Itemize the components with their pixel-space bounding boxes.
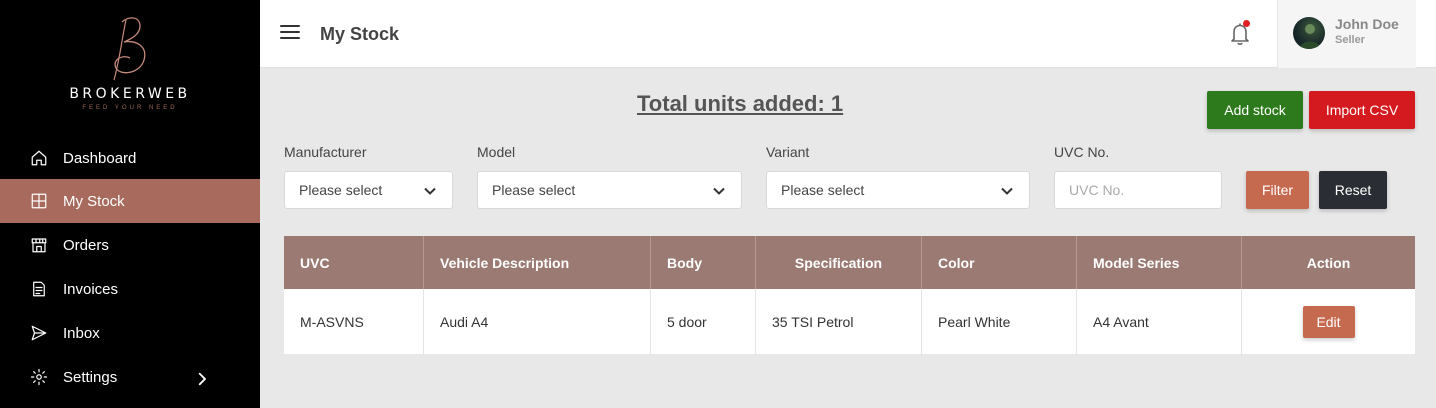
chevron-down-icon — [713, 187, 725, 195]
sidebar-item-dashboard[interactable]: Dashboard — [0, 136, 260, 180]
sidebar-item-label: Invoices — [63, 280, 119, 298]
edit-button[interactable]: Edit — [1302, 305, 1355, 338]
cell-action: Edit — [1242, 289, 1415, 354]
avatar — [1293, 17, 1325, 49]
sidebar: BROKERWEB FEED YOUR NEED Dashboard My St… — [0, 0, 260, 408]
chevron-down-icon — [424, 187, 436, 195]
cell-model-series: A4 Avant — [1077, 289, 1242, 354]
cell-specification: 35 TSI Petrol — [756, 289, 922, 354]
chevron-right-icon — [198, 372, 206, 386]
sidebar-item-inbox[interactable]: Inbox — [0, 311, 260, 355]
manufacturer-select-value: Please select — [299, 182, 383, 198]
sidebar-item-label: My Stock — [63, 192, 125, 210]
sidebar-item-label: Settings — [63, 368, 118, 386]
page-title: My Stock — [320, 24, 400, 44]
cell-uvc: M-ASVNS — [284, 289, 424, 354]
variant-label: Variant — [766, 144, 810, 160]
notification-badge — [1243, 20, 1250, 27]
user-menu[interactable]: John Doe Seller — [1277, 0, 1416, 68]
column-header-body[interactable]: Body — [651, 236, 756, 289]
table-header-row: UVC Vehicle Description Body Specificati… — [284, 236, 1415, 289]
logo-mark-icon — [113, 17, 146, 81]
sidebar-item-orders[interactable]: Orders — [0, 223, 260, 267]
variant-select-value: Please select — [781, 182, 865, 198]
grid-icon — [31, 193, 47, 209]
menu-toggle-icon[interactable] — [280, 25, 300, 43]
uvc-label: UVC No. — [1054, 144, 1110, 160]
manufacturer-label: Manufacturer — [284, 144, 367, 160]
column-header-specification[interactable]: Specification — [756, 236, 922, 289]
column-header-color[interactable]: Color — [922, 236, 1077, 289]
store-icon — [31, 238, 47, 253]
model-select-value: Please select — [492, 182, 576, 198]
reset-button[interactable]: Reset — [1319, 171, 1387, 209]
gear-icon — [30, 368, 48, 386]
model-label: Model — [477, 144, 516, 160]
invoice-icon — [33, 281, 45, 297]
sidebar-item-label: Dashboard — [63, 149, 137, 167]
sidebar-item-label: Inbox — [63, 324, 100, 342]
model-select[interactable]: Please select — [477, 171, 742, 209]
home-icon — [31, 150, 47, 166]
filter-button[interactable]: Filter — [1246, 171, 1309, 209]
import-csv-button[interactable]: Import CSV — [1309, 91, 1415, 129]
user-role: Seller — [1335, 34, 1365, 46]
sidebar-item-label: Orders — [63, 236, 109, 254]
cell-vehicle-description: Audi A4 — [424, 289, 651, 354]
column-header-model-series[interactable]: Model Series — [1077, 236, 1242, 289]
table-row: M-ASVNS Audi A4 5 door 35 TSI Petrol Pea… — [284, 289, 1415, 354]
cell-color: Pearl White — [922, 289, 1077, 354]
user-name: John Doe — [1335, 16, 1399, 32]
sidebar-item-invoices[interactable]: Invoices — [0, 267, 260, 311]
brand-tagline: FEED YOUR NEED — [82, 105, 178, 111]
column-header-action: Action — [1306, 254, 1351, 271]
top-header: My Stock John Doe Seller — [260, 0, 1436, 68]
column-header-uvc[interactable]: UVC — [284, 236, 424, 289]
variant-select[interactable]: Please select — [766, 171, 1030, 209]
brand-logo[interactable]: BROKERWEB FEED YOUR NEED — [0, 14, 260, 124]
sidebar-item-settings[interactable]: Settings — [0, 355, 260, 399]
brand-name: BROKERWEB — [69, 86, 191, 102]
cell-body: 5 door — [651, 289, 756, 354]
manufacturer-select[interactable]: Please select — [284, 171, 453, 209]
sidebar-item-my-stock[interactable]: My Stock — [0, 179, 260, 223]
stock-table: UVC Vehicle Description Body Specificati… — [284, 236, 1415, 354]
total-units-heading: Total units added: 1 — [637, 91, 844, 116]
add-stock-button[interactable]: Add stock — [1207, 91, 1303, 129]
uvc-input[interactable] — [1054, 171, 1222, 209]
column-header-vehicle-description[interactable]: Vehicle Description — [424, 236, 651, 289]
send-icon — [31, 325, 47, 341]
chevron-down-icon — [1001, 187, 1013, 195]
